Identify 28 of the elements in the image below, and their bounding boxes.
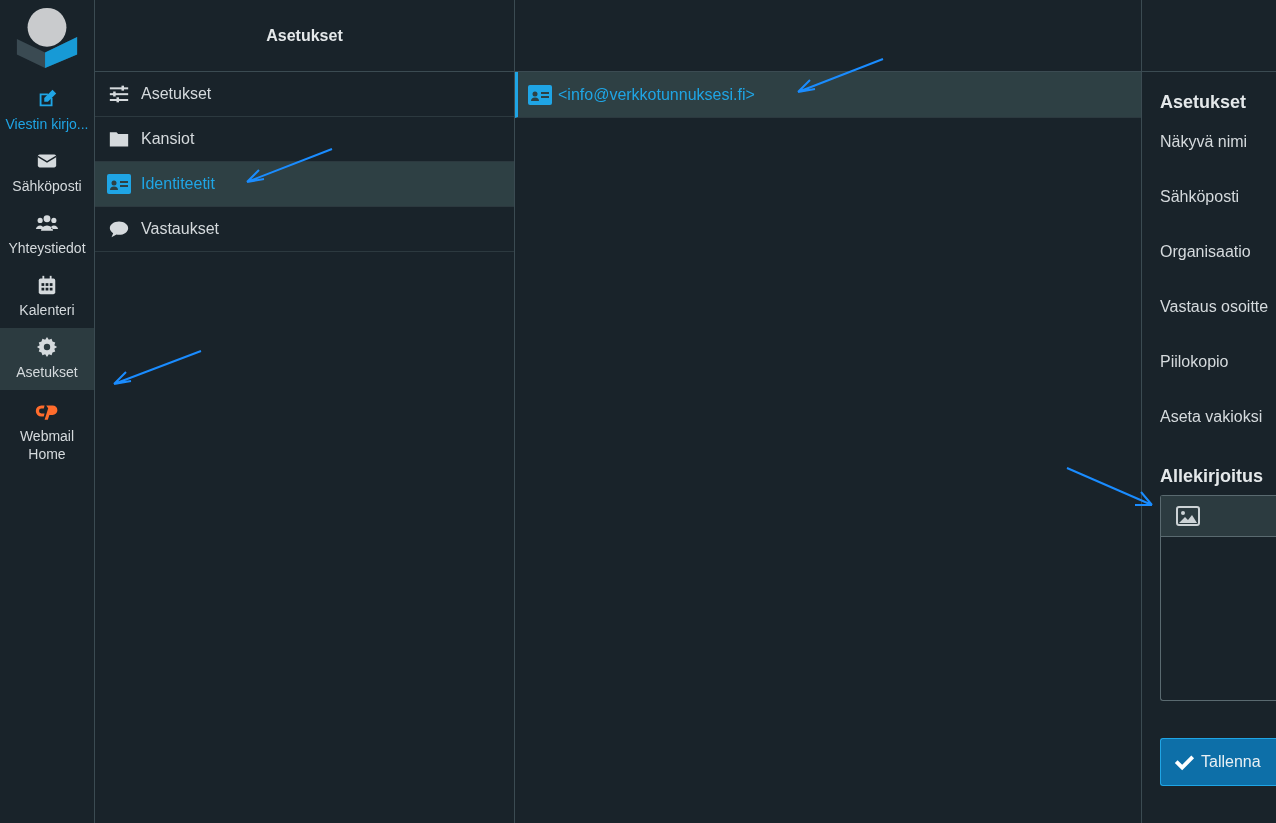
nav-item[interactable]: Yhteystiedot bbox=[0, 204, 94, 266]
folder-icon bbox=[107, 129, 131, 149]
settings-item[interactable]: Identiteetit bbox=[95, 162, 514, 207]
settings-item[interactable]: Asetukset bbox=[95, 72, 514, 117]
field-label: Aseta vakioksi bbox=[1160, 408, 1264, 427]
nav-item[interactable]: Viestin kirjo... bbox=[0, 80, 94, 142]
sliders-icon bbox=[107, 84, 131, 104]
id-card-icon bbox=[528, 84, 552, 105]
nav-item[interactable]: Sähköposti bbox=[0, 142, 94, 204]
nav-item[interactable]: Asetukset bbox=[0, 328, 94, 390]
field-label: Näkyvä nimi bbox=[1160, 133, 1249, 152]
gear-icon bbox=[35, 336, 59, 358]
field-label: Vastaus osoitte bbox=[1160, 298, 1270, 317]
section-title: Allekirjoitus bbox=[1160, 466, 1265, 487]
save-button[interactable]: Tallenna bbox=[1160, 738, 1276, 786]
section-title: Asetukset bbox=[1160, 92, 1248, 113]
id-card-icon bbox=[107, 174, 131, 194]
field-label: Organisaatio bbox=[1160, 243, 1252, 262]
settings-item[interactable]: Vastaukset bbox=[95, 207, 514, 252]
speech-bubble-icon bbox=[107, 219, 131, 239]
panel-title: Asetukset bbox=[266, 26, 343, 45]
field-label: Piilokopio bbox=[1160, 353, 1230, 372]
image-icon[interactable] bbox=[1176, 506, 1200, 526]
field-label: Sähköposti bbox=[1160, 188, 1241, 207]
identity-item[interactable]: <info@verkkotunnuksesi.fi> bbox=[515, 72, 1141, 118]
nav-item[interactable]: Kalenteri bbox=[0, 266, 94, 328]
users-icon bbox=[35, 212, 59, 234]
nav-item[interactable]: Webmail Home bbox=[0, 390, 94, 472]
